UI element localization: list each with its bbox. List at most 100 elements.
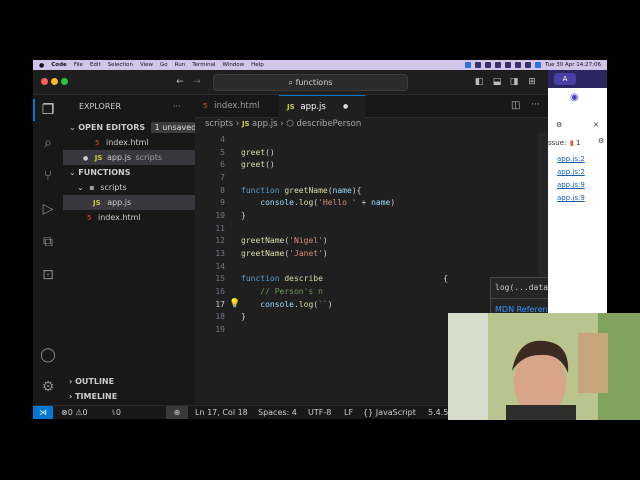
- menu-window[interactable]: Window: [222, 62, 244, 68]
- close-icon[interactable]: ✕: [593, 121, 599, 129]
- gear-icon[interactable]: ⚙: [556, 121, 562, 129]
- breadcrumb-file[interactable]: app.js: [252, 119, 278, 129]
- problems-indicator[interactable]: ⊗0 ⚠0: [61, 406, 88, 419]
- zoom-window-button[interactable]: [61, 78, 68, 85]
- menu-app-name[interactable]: Code: [51, 62, 66, 68]
- tab-icon[interactable]: A: [554, 73, 576, 85]
- tab-app-js[interactable]: JS app.js ●: [279, 95, 365, 118]
- tree-file-app-js[interactable]: JS app.js: [63, 195, 195, 210]
- indentation[interactable]: Spaces: 4: [258, 406, 297, 419]
- open-editor-index-html[interactable]: 5 index.html: [63, 135, 195, 150]
- manage-gear-icon[interactable]: ⚙: [38, 377, 58, 397]
- siri-icon[interactable]: [535, 62, 542, 68]
- console-source-link[interactable]: app.js:9: [557, 181, 585, 189]
- toggle-sidebar-icon[interactable]: ◧: [474, 77, 484, 87]
- line-number: 9: [220, 198, 225, 207]
- extensions-icon[interactable]: ⧉: [38, 232, 58, 252]
- wifi-icon[interactable]: [505, 62, 512, 68]
- accounts-icon[interactable]: ◯: [38, 345, 58, 365]
- chevron-down-icon: ⌄: [69, 123, 79, 132]
- timeline-section[interactable]: › TIMELINE: [69, 389, 201, 404]
- breadcrumb-folder[interactable]: scripts: [205, 119, 233, 129]
- remote-indicator-icon[interactable]: ⋊: [33, 406, 53, 419]
- code-line: greet(): [241, 160, 275, 169]
- lightbulb-icon[interactable]: 💡: [229, 299, 240, 309]
- breadcrumb-symbol[interactable]: describePerson: [296, 119, 361, 129]
- unsaved-badge: 1 unsaved: [150, 122, 201, 133]
- search-icon[interactable]: ⌕: [38, 133, 58, 153]
- menubar-clock[interactable]: Tue 30 Apr 14:27:06: [545, 62, 601, 68]
- run-debug-icon[interactable]: ▷: [38, 199, 58, 219]
- line-number: 13: [215, 249, 225, 258]
- tab-index-html[interactable]: 5 index.html: [195, 95, 279, 117]
- hover-signature: log(...data: any[]): void: [495, 283, 548, 292]
- split-editor-icon[interactable]: ◫: [511, 100, 520, 111]
- menu-file[interactable]: File: [74, 62, 83, 68]
- console-source-link[interactable]: app.js:2: [557, 155, 585, 163]
- menu-terminal[interactable]: Terminal: [192, 62, 215, 68]
- ports-indicator[interactable]: ⑊0: [111, 406, 121, 419]
- line-number: 7: [220, 173, 225, 182]
- minimize-window-button[interactable]: [51, 78, 58, 85]
- source-control-icon[interactable]: ⑂: [38, 166, 58, 186]
- activity-bar: ❐ ⌕ ⑂ ▷ ⧉ ⊡ ◯ ⚙: [33, 95, 63, 419]
- issues-label: ssue:: [548, 139, 567, 147]
- toggle-panel-icon[interactable]: ⬓: [492, 77, 502, 87]
- error-icon: ⊗: [61, 408, 68, 417]
- account-icon[interactable]: ◉: [570, 92, 579, 103]
- more-actions-icon[interactable]: ···: [531, 100, 540, 110]
- toggle-secondary-sidebar-icon[interactable]: ◨: [509, 77, 519, 87]
- tree-file-index-html[interactable]: 5 index.html: [63, 210, 195, 225]
- more-actions-icon[interactable]: ···: [173, 99, 187, 114]
- search-icon[interactable]: [515, 62, 522, 68]
- code-line: console.log('Hello ' + name): [260, 198, 396, 207]
- apple-icon[interactable]: ●: [39, 62, 44, 69]
- unsaved-dot-icon[interactable]: ●: [343, 96, 348, 118]
- status-icon[interactable]: [485, 62, 492, 68]
- recording-icon[interactable]: [465, 62, 472, 68]
- battery-icon[interactable]: [495, 62, 502, 68]
- folder-header[interactable]: ⌄ FUNCTIONS: [69, 165, 201, 180]
- language-mode[interactable]: {} JavaScript: [363, 406, 416, 419]
- open-editor-app-js[interactable]: ● JS app.js scripts: [63, 150, 195, 165]
- control-center-icon[interactable]: [525, 62, 532, 68]
- menu-selection[interactable]: Selection: [108, 62, 133, 68]
- issues-count[interactable]: 1: [576, 139, 580, 147]
- menu-help[interactable]: Help: [251, 62, 264, 68]
- chevron-down-icon: ⌄: [69, 168, 79, 177]
- console-source-link[interactable]: app.js:2: [557, 168, 585, 176]
- command-center-search[interactable]: ⌕ functions: [213, 74, 408, 91]
- html5-icon: 5: [95, 139, 100, 147]
- command-center-label: functions: [295, 78, 333, 87]
- outline-section[interactable]: › OUTLINE: [69, 374, 201, 389]
- forward-arrow-icon[interactable]: →: [192, 77, 202, 87]
- menu-edit[interactable]: Edit: [90, 62, 101, 68]
- status-icon[interactable]: [475, 62, 482, 68]
- code-line: function describe {: [241, 274, 449, 283]
- menu-go[interactable]: Go: [160, 62, 168, 68]
- menu-run[interactable]: Run: [175, 62, 186, 68]
- ts-version[interactable]: 5.4.5: [428, 406, 448, 419]
- editor-tabs: 5 index.html JS app.js ● ◫ ···: [195, 95, 548, 118]
- explorer-icon[interactable]: ❐: [38, 100, 58, 120]
- open-editors-header[interactable]: ⌄ OPEN EDITORS 1 unsaved: [69, 120, 201, 135]
- tree-folder-scripts[interactable]: ⌄ ▪ scripts: [63, 180, 195, 195]
- code-line: // Person's n: [260, 287, 323, 296]
- back-arrow-icon[interactable]: ←: [175, 77, 185, 87]
- console-source-link[interactable]: app.js:9: [557, 194, 585, 202]
- line-ending[interactable]: LF: [344, 406, 353, 419]
- language-label: JavaScript: [375, 408, 416, 417]
- encoding[interactable]: UTF-8: [308, 406, 331, 419]
- close-window-button[interactable]: [41, 78, 48, 85]
- code-line: greetName('Nigel'): [241, 236, 328, 245]
- remote-explorer-icon[interactable]: ⊡: [38, 265, 58, 285]
- cursor-position[interactable]: Ln 17, Col 18: [195, 406, 248, 419]
- zoom-icon[interactable]: ⊕: [166, 406, 188, 419]
- webcam-overlay: [448, 313, 640, 420]
- menu-view[interactable]: View: [140, 62, 153, 68]
- code-line: }: [241, 211, 246, 220]
- gear-icon[interactable]: ⚙: [598, 137, 604, 145]
- unsaved-dot-icon: ●: [83, 155, 89, 162]
- line-number: 11: [215, 224, 225, 233]
- customize-layout-icon[interactable]: ⊞: [527, 77, 537, 87]
